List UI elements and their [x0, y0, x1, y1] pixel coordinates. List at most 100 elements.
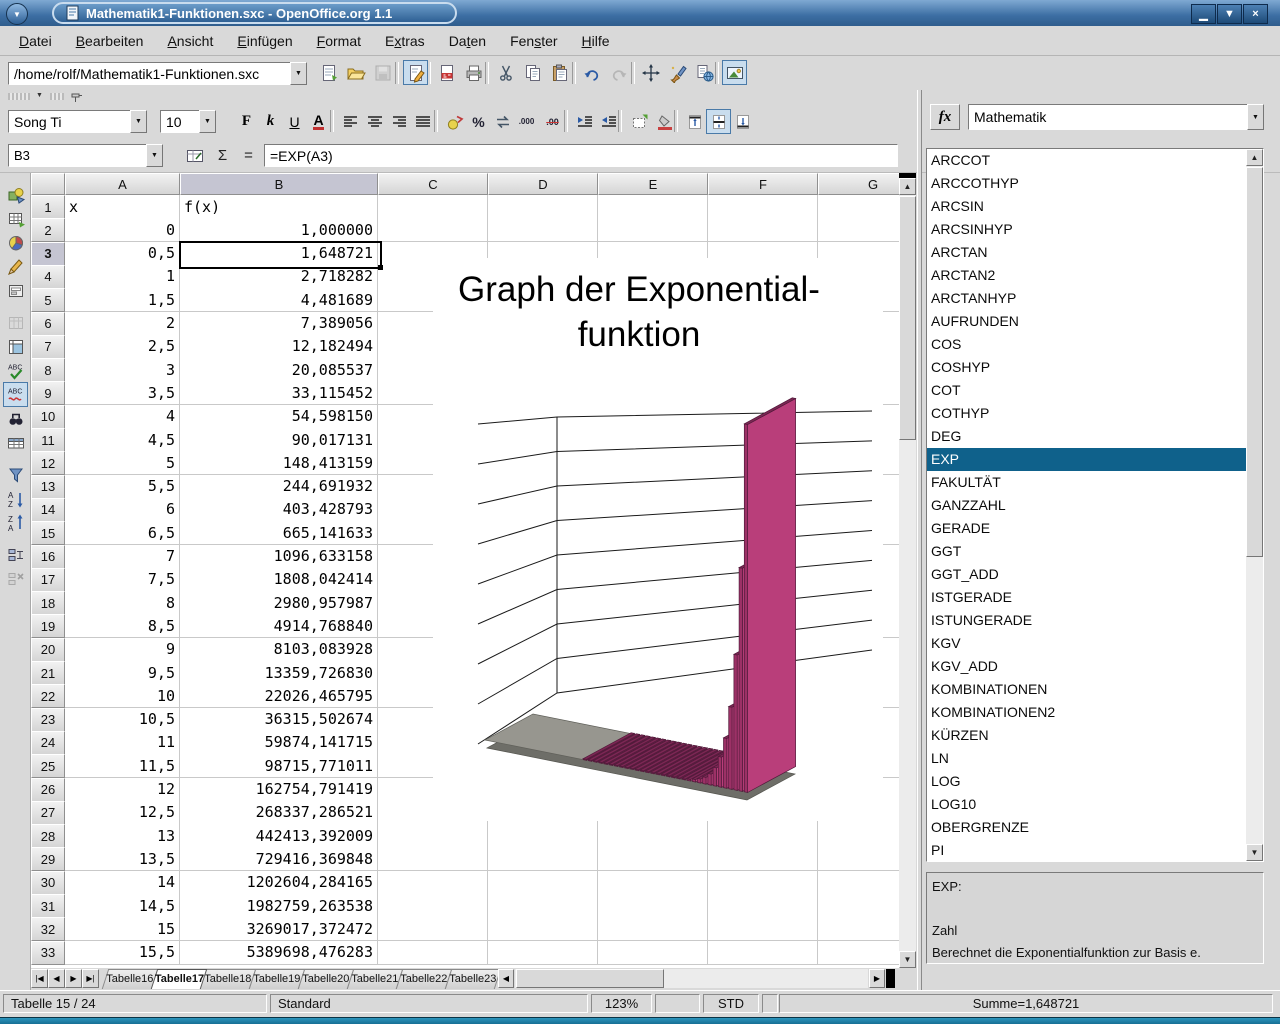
formula-input[interactable]: =EXP(A3): [264, 144, 898, 167]
chart-object[interactable]: Graph der Exponential- funktion: [433, 258, 883, 821]
function-item-kürzen[interactable]: KÜRZEN: [927, 724, 1263, 747]
cell-B9[interactable]: 33,115452: [180, 381, 378, 405]
insert-object-button[interactable]: [3, 182, 28, 207]
cell-G32[interactable]: [818, 917, 899, 941]
selected-cell-outline[interactable]: [179, 241, 382, 269]
align-top-button[interactable]: [682, 109, 707, 134]
function-item-arctanhyp[interactable]: ARCTANHYP: [927, 287, 1263, 310]
cell-D28[interactable]: [488, 824, 598, 848]
function-item-gerade[interactable]: GERADE: [927, 517, 1263, 540]
first-sheet-button[interactable]: |◀: [31, 969, 48, 988]
align-right-button[interactable]: [386, 109, 411, 134]
vertical-scroll-thumb[interactable]: [899, 196, 916, 440]
function-item-kombinationen2[interactable]: KOMBINATIONEN2: [927, 701, 1263, 724]
cell-A9[interactable]: 3,5: [65, 381, 180, 405]
column-header-E[interactable]: E: [598, 173, 708, 195]
row-header-1[interactable]: 1: [31, 195, 65, 219]
function-list-scrollbar[interactable]: ▲ ▼: [1246, 149, 1263, 861]
cell-G29[interactable]: [818, 847, 899, 871]
insert-cells-button[interactable]: [3, 206, 28, 231]
menu-bearbeiten[interactable]: Bearbeiten: [65, 30, 155, 52]
cell-E29[interactable]: [598, 847, 708, 871]
function-item-aufrunden[interactable]: AUFRUNDEN: [927, 310, 1263, 333]
row-header-23[interactable]: 23: [31, 708, 65, 732]
sum-button[interactable]: Σ: [210, 143, 235, 168]
panel-splitter[interactable]: [917, 90, 922, 990]
function-item-cos[interactable]: COS: [927, 333, 1263, 356]
cell-D32[interactable]: [488, 917, 598, 941]
tab-scroll-left-button[interactable]: ◀: [498, 969, 514, 988]
cell-C30[interactable]: [378, 871, 488, 895]
row-header-16[interactable]: 16: [31, 545, 65, 569]
cell-A3[interactable]: 0,5: [65, 242, 180, 266]
cell-B24[interactable]: 59874,141715: [180, 731, 378, 755]
cell-F33[interactable]: [708, 941, 818, 965]
autofilter-button[interactable]: [3, 462, 28, 487]
sheet-tab-tabelle22[interactable]: Tabelle22: [396, 969, 452, 989]
cell-D30[interactable]: [488, 871, 598, 895]
align-center-vertical-button[interactable]: [706, 109, 731, 134]
cell-C31[interactable]: [378, 894, 488, 918]
cell-G28[interactable]: [818, 824, 899, 848]
minimize-button[interactable]: ▁: [1191, 4, 1216, 24]
scroll-right-icon[interactable]: ▶: [869, 969, 885, 988]
cell-C29[interactable]: [378, 847, 488, 871]
cell-A5[interactable]: 1,5: [65, 288, 180, 312]
sheet-tab-tabelle21[interactable]: Tabelle21: [347, 969, 403, 989]
font-size-dropdown-button[interactable]: ▼: [199, 110, 216, 133]
function-item-cothyp[interactable]: COTHYP: [927, 402, 1263, 425]
data-sources-button[interactable]: [3, 430, 28, 455]
function-item-arccothyp[interactable]: ARCCOTHYP: [927, 172, 1263, 195]
row-header-6[interactable]: 6: [31, 312, 65, 336]
font-color-button[interactable]: A: [306, 109, 331, 134]
horizontal-scrollbar[interactable]: [515, 969, 868, 988]
edit-file-button[interactable]: [403, 60, 428, 85]
next-sheet-button[interactable]: ▶: [65, 969, 82, 988]
menu-datei[interactable]: Datei: [8, 30, 63, 52]
vertical-scrollbar[interactable]: ▲ ▼: [899, 178, 916, 968]
cell-A29[interactable]: 13,5: [65, 847, 180, 871]
row-header-32[interactable]: 32: [31, 917, 65, 941]
number-currency-button[interactable]: [442, 109, 467, 134]
align-center-button[interactable]: [362, 109, 387, 134]
cell-E1[interactable]: [598, 195, 708, 219]
undo-button[interactable]: [579, 60, 604, 85]
function-item-log10[interactable]: LOG10: [927, 793, 1263, 816]
function-item-exp[interactable]: EXP: [927, 448, 1263, 471]
function-list[interactable]: ARCCOTARCCOTHYPARCSINARCSINHYPARCTANARCT…: [926, 148, 1264, 862]
row-header-18[interactable]: 18: [31, 591, 65, 615]
cell-C32[interactable]: [378, 917, 488, 941]
cell-A27[interactable]: 12,5: [65, 801, 180, 825]
system-menu-button[interactable]: ▼: [6, 3, 28, 25]
cell-A23[interactable]: 10,5: [65, 708, 180, 732]
cell-B20[interactable]: 8103,083928: [180, 638, 378, 662]
row-header-31[interactable]: 31: [31, 894, 65, 918]
function-item-ln[interactable]: LN: [927, 747, 1263, 770]
cell-A16[interactable]: 7: [65, 545, 180, 569]
row-header-28[interactable]: 28: [31, 824, 65, 848]
navigator-button[interactable]: [638, 60, 663, 85]
function-item-ggt[interactable]: GGT: [927, 540, 1263, 563]
row-header-12[interactable]: 12: [31, 451, 65, 475]
cell-reference-box[interactable]: B3: [8, 144, 146, 167]
row-header-15[interactable]: 15: [31, 521, 65, 545]
shade-button[interactable]: ▼: [1217, 4, 1242, 24]
new-document-button[interactable]: [316, 60, 341, 85]
row-header-20[interactable]: 20: [31, 638, 65, 662]
scroll-up-icon[interactable]: ▲: [899, 178, 916, 195]
print-file-button[interactable]: [461, 60, 486, 85]
category-dropdown-button[interactable]: ▼: [1247, 104, 1264, 130]
pin-icon[interactable]: [70, 91, 82, 102]
cell-A13[interactable]: 5,5: [65, 475, 180, 499]
cell-G31[interactable]: [818, 894, 899, 918]
function-item-arcsinhyp[interactable]: ARCSINHYP: [927, 218, 1263, 241]
last-sheet-button[interactable]: ▶|: [82, 969, 99, 988]
cell-C33[interactable]: [378, 941, 488, 965]
function-item-coshyp[interactable]: COSHYP: [927, 356, 1263, 379]
auto-spellcheck-button[interactable]: ABC: [3, 382, 28, 407]
cell-B25[interactable]: 98715,771011: [180, 754, 378, 778]
cell-F28[interactable]: [708, 824, 818, 848]
cell-B30[interactable]: 1202604,284165: [180, 871, 378, 895]
row-header-7[interactable]: 7: [31, 335, 65, 359]
cell-B18[interactable]: 2980,957987: [180, 591, 378, 615]
